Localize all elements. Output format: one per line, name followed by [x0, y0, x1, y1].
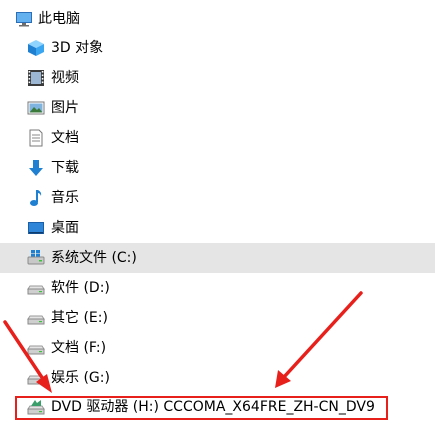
windows-drive-icon: [27, 249, 45, 267]
video-icon: [27, 69, 45, 87]
tree-item-dvd-drive-h[interactable]: DVD 驱动器 (H:) CCCOMA_X64FRE_ZH-CN_DV9: [0, 395, 435, 425]
dvd-drive-icon: [27, 398, 45, 416]
navigation-pane: 此电脑 3D 对象 视频 图片 文档 下载 音乐 桌面 系统文件 (C:) 软件…: [0, 0, 435, 429]
documents-icon: [27, 129, 45, 147]
tree-item-label: 视频: [51, 70, 79, 86]
tree-item-pictures[interactable]: 图片: [0, 93, 435, 123]
tree-item-drive-g[interactable]: 娱乐 (G:): [0, 363, 435, 393]
music-icon: [27, 189, 45, 207]
tree-item-downloads[interactable]: 下载: [0, 153, 435, 183]
tree-item-drive-c[interactable]: 系统文件 (C:): [0, 243, 435, 273]
tree-item-label: 3D 对象: [51, 40, 104, 56]
tree-item-desktop[interactable]: 桌面: [0, 213, 435, 243]
tree-item-documents[interactable]: 文档: [0, 123, 435, 153]
download-icon: [27, 159, 45, 177]
tree-item-label: 娱乐 (G:): [51, 370, 110, 386]
drive-icon: [27, 309, 45, 327]
drive-icon: [27, 369, 45, 387]
tree-item-drive-d[interactable]: 软件 (D:): [0, 273, 435, 303]
drive-icon: [27, 339, 45, 357]
tree-item-label: 桌面: [51, 220, 79, 236]
tree-item-this-pc[interactable]: 此电脑: [0, 4, 435, 34]
tree-item-label: 图片: [51, 100, 79, 116]
computer-icon: [15, 10, 33, 28]
tree-item-3d-objects[interactable]: 3D 对象: [0, 33, 435, 63]
tree-item-label: 软件 (D:): [51, 280, 110, 296]
tree-item-label: 音乐: [51, 190, 79, 206]
tree-item-label: 此电脑: [38, 11, 80, 27]
tree-item-label: 系统文件 (C:): [51, 250, 137, 266]
tree-item-label: 文档 (F:): [51, 340, 107, 356]
tree-item-label: DVD 驱动器 (H:) CCCOMA_X64FRE_ZH-CN_DV9: [51, 399, 375, 415]
tree-item-drive-e[interactable]: 其它 (E:): [0, 303, 435, 333]
pictures-icon: [27, 99, 45, 117]
3d-objects-icon: [27, 39, 45, 57]
drive-icon: [27, 279, 45, 297]
desktop-icon: [27, 219, 45, 237]
tree-item-label: 其它 (E:): [51, 310, 108, 326]
tree-item-label: 文档: [51, 130, 79, 146]
tree-item-videos[interactable]: 视频: [0, 63, 435, 93]
tree-item-label: 下载: [51, 160, 79, 176]
tree-item-drive-f[interactable]: 文档 (F:): [0, 333, 435, 363]
tree-item-music[interactable]: 音乐: [0, 183, 435, 213]
